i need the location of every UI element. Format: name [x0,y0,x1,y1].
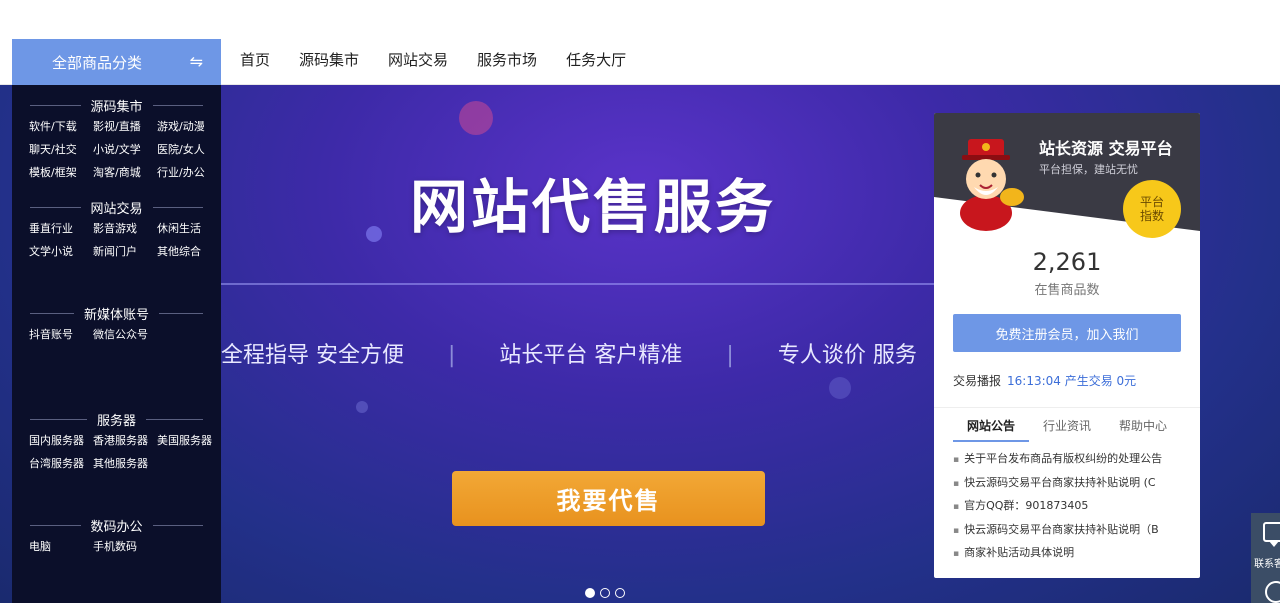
header-bar: 全部商品分类 ⇋ 首页 源码集市 网站交易 服务市场 任务大厅 [0,0,1280,85]
notice-list: 关于平台发布商品有版权纠纷的处理公告 快云源码交易平台商家扶持补贴说明 (C 官… [953,451,1185,569]
ticker-label: 交易播报 [953,374,1002,388]
product-count: 2,261 [1032,248,1102,276]
bokeh-decoration [366,226,382,242]
hero-divider [221,283,934,285]
category-panel: 源码集市 软件/下载 影视/直播 游戏/动漫 聊天/社交 小说/文学 医院/女人… [12,85,221,603]
category-title: 服务器 [30,411,203,429]
category-link[interactable]: 抖音账号 [29,327,93,343]
sell-cta-button[interactable]: 我要代售 [452,471,765,526]
hero-subtitle: 站长平台 客户精准 [499,343,683,368]
tab-help-center[interactable]: 帮助中心 [1105,417,1181,442]
hero-subtitles: 全程指导 安全方便 | 站长平台 客户精准 | 专人谈价 服务 [221,337,934,377]
category-title: 网站交易 [30,199,203,217]
category-link[interactable]: 医院/女人 [157,142,221,158]
mascot-icon [960,139,1024,231]
all-categories-toggle[interactable]: 全部商品分类 ⇋ [12,39,221,85]
nav-site-trade[interactable]: 网站交易 [388,49,448,70]
category-items: 软件/下载 影视/直播 游戏/动漫 聊天/社交 小说/文学 医院/女人 模板/框… [12,119,221,181]
separator: | [726,343,734,368]
carousel-dots [585,588,625,598]
category-link[interactable]: 美国服务器 [157,433,221,449]
category-items: 国内服务器 香港服务器 美国服务器 台湾服务器 其他服务器 [12,433,221,472]
category-link[interactable]: 模板/框架 [29,165,93,181]
card-subtitle: 平台担保，建站无忧 [1039,163,1138,176]
category-items: 抖音账号 微信公众号 [12,327,221,343]
category-link[interactable]: 新闻门户 [93,244,157,260]
category-link[interactable]: 软件/下载 [29,119,93,135]
notice-tabs: 网站公告 行业资讯 帮助中心 [953,417,1181,442]
category-group: 数码办公 电脑 手机数码 [12,517,221,555]
category-link[interactable]: 香港服务器 [93,433,157,449]
product-count-label: 在售商品数 [1034,283,1100,298]
contact-label: 联系客服 [1254,559,1280,570]
swap-icon: ⇋ [189,52,203,71]
category-link[interactable]: 台湾服务器 [29,456,93,472]
all-categories-label: 全部商品分类 [52,53,143,72]
carousel-dot[interactable] [585,588,595,598]
category-title: 源码集市 [30,97,203,115]
main-nav: 首页 源码集市 网站交易 服务市场 任务大厅 [240,49,655,70]
list-item[interactable]: 关于平台发布商品有版权纠纷的处理公告 [953,451,1185,475]
category-items: 电脑 手机数码 [12,539,221,555]
category-link[interactable]: 国内服务器 [29,433,93,449]
category-link[interactable]: 影音游戏 [93,221,157,237]
chat-icon [1263,522,1280,547]
hero-title: 网站代售服务 [410,173,777,241]
nav-task-hall[interactable]: 任务大厅 [566,49,626,70]
category-link[interactable]: 微信公众号 [93,327,157,343]
list-item[interactable]: 商家补贴活动具体说明 [953,545,1185,569]
list-item[interactable]: 官方QQ群：901873405 [953,498,1185,522]
trade-ticker: 交易播报 16:13:04 产生交易 0元 [953,372,1136,389]
platform-card: 站长资源 交易平台 平台担保，建站无忧 平台 指数 2,261 在售商品数 免费… [934,113,1200,578]
category-link[interactable]: 电脑 [29,539,93,555]
category-link[interactable]: 其他服务器 [93,456,157,472]
card-title: 站长资源 交易平台 [1039,139,1173,158]
category-link[interactable]: 行业/办公 [157,165,221,181]
category-link[interactable]: 小说/文学 [93,142,157,158]
category-title: 数码办公 [30,517,203,535]
separator: | [448,343,456,368]
badge-text: 平台 [1139,195,1164,209]
category-items: 垂直行业 影音游戏 休闲生活 文学小说 新闻门户 其他综合 [12,221,221,260]
nav-source-market[interactable]: 源码集市 [299,49,359,70]
register-button[interactable]: 免费注册会员，加入我们 [953,314,1181,352]
category-title: 新媒体账号 [30,305,203,323]
nav-home[interactable]: 首页 [240,49,270,70]
list-item[interactable]: 快云源码交易平台商家扶持补贴说明（B [953,522,1185,546]
category-link[interactable]: 休闲生活 [157,221,221,237]
category-link[interactable]: 游戏/动漫 [157,119,221,135]
category-group: 网站交易 垂直行业 影音游戏 休闲生活 文学小说 新闻门户 其他综合 [12,199,221,260]
platform-index-badge[interactable]: 平台 指数 [1123,180,1181,238]
category-group: 源码集市 软件/下载 影视/直播 游戏/动漫 聊天/社交 小说/文学 医院/女人… [12,97,221,181]
nav-service-market[interactable]: 服务市场 [477,49,537,70]
hero-subtitle: 全程指导 安全方便 [221,343,404,368]
category-link[interactable]: 影视/直播 [93,119,157,135]
tab-industry-news[interactable]: 行业资讯 [1029,417,1105,442]
list-item[interactable]: 快云源码交易平台商家扶持补贴说明 (C [953,475,1185,499]
tab-announcements[interactable]: 网站公告 [953,417,1029,442]
bokeh-decoration [829,377,851,399]
category-link[interactable]: 其他综合 [157,244,221,260]
category-group: 服务器 国内服务器 香港服务器 美国服务器 台湾服务器 其他服务器 [12,411,221,472]
divider [934,407,1200,408]
qq-icon [1265,581,1280,603]
carousel-dot[interactable] [615,588,625,598]
category-link[interactable]: 垂直行业 [29,221,93,237]
category-link[interactable]: 文学小说 [29,244,93,260]
category-link[interactable]: 淘客/商城 [93,165,157,181]
ticker-text: 16:13:04 产生交易 0元 [1007,374,1137,388]
bottom-edge [0,603,1280,610]
contact-service-button[interactable]: 联系客服 [1251,513,1280,605]
category-group: 新媒体账号 抖音账号 微信公众号 [12,305,221,343]
category-link[interactable]: 手机数码 [93,539,157,555]
bokeh-decoration [459,101,493,135]
category-link[interactable]: 聊天/社交 [29,142,93,158]
bokeh-decoration [356,401,368,413]
badge-text: 指数 [1139,209,1164,223]
hero-subtitle: 专人谈价 服务 [777,343,917,368]
carousel-dot[interactable] [600,588,610,598]
